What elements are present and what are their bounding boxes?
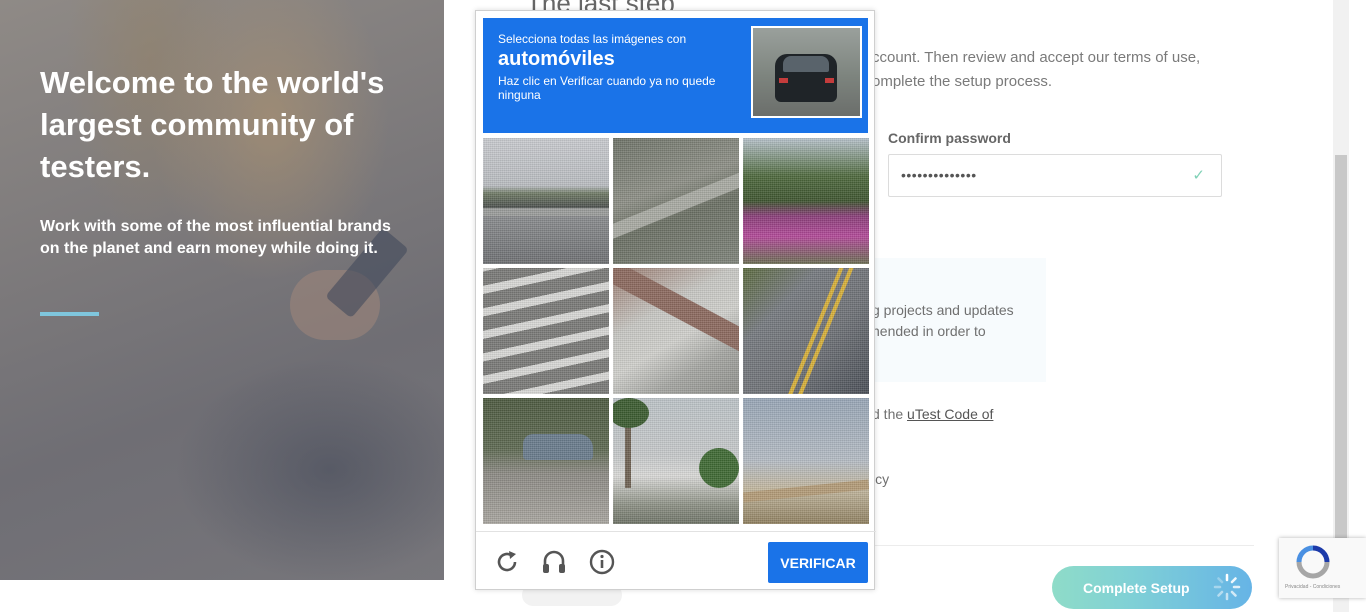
form-intro: ccount. Then review and accept our terms… [872,49,1201,90]
check-icon: ✓ [1192,167,1205,184]
tile-noise [483,138,609,264]
scrollbar-thumb[interactable] [1335,155,1347,540]
captcha-tile[interactable] [743,398,869,524]
info-box: g projects and updates nended in order t… [872,258,1046,382]
tile-noise [613,398,739,524]
captcha-tile[interactable] [613,398,739,524]
recaptcha-badge-text: Privacidad - Condiciones [1285,584,1341,590]
hero-subtitle: Work with some of the most influential b… [40,218,391,257]
verify-button[interactable]: VERIFICAR [768,542,868,583]
captcha-instruction-line1: Selecciona todas las imágenes con [498,32,687,46]
captcha-header: Selecciona todas las imágenes con automó… [483,18,868,133]
captcha-footer: VERIFICAR [476,531,876,591]
tile-noise [743,268,869,394]
reload-icon[interactable] [493,548,521,576]
confirm-password-field[interactable]: •••••••••••••• ✓ [888,154,1222,197]
captcha-instruction-line2: Haz clic en Verificar cuando ya no quede… [498,74,716,102]
tile-noise [613,268,739,394]
recaptcha-badge[interactable]: Privacidad - Condiciones [1279,538,1366,598]
info-text: g projects and updates nended in order t… [872,302,1014,339]
sample-car-taillight [825,78,834,83]
captcha-tile[interactable] [483,138,609,264]
info-icon[interactable] [588,548,616,576]
captcha-dialog: Selecciona todas las imágenes con automó… [475,10,876,591]
captcha-tile[interactable] [743,268,869,394]
confirm-password-value: •••••••••••••• [901,167,977,183]
confirm-password-label: Confirm password [888,130,1011,146]
captcha-image-grid [483,138,869,524]
sample-car-taillight [779,78,788,83]
captcha-tile[interactable] [613,138,739,264]
code-of-conduct-line: d the uTest Code of [872,406,993,422]
tile-noise [483,398,609,524]
captcha-tile[interactable] [483,398,609,524]
form-divider [872,545,1254,546]
audio-icon[interactable] [540,548,568,576]
sample-car-window [783,56,829,72]
code-prefix: d the [872,406,908,422]
captcha-target: automóviles [498,48,615,70]
captcha-sample-image [751,26,862,118]
complete-setup-label: Complete Setup [1083,580,1190,596]
tile-noise [483,268,609,394]
tile-noise [613,138,739,264]
code-of-conduct-link[interactable]: uTest Code of [907,406,993,422]
page: Welcome to the world's largest community… [0,0,1366,612]
hero-divider [40,312,99,316]
captcha-tile[interactable] [483,268,609,394]
hero-title: Welcome to the world's largest community… [40,65,385,184]
captcha-tile[interactable] [743,138,869,264]
tile-noise [743,398,869,524]
loading-spinner-icon [1213,573,1241,601]
complete-setup-button[interactable]: Complete Setup [1052,566,1252,609]
hero-panel: Welcome to the world's largest community… [0,0,444,580]
tile-noise [743,138,869,264]
captcha-tile[interactable] [613,268,739,394]
recaptcha-logo-icon [1296,545,1330,579]
